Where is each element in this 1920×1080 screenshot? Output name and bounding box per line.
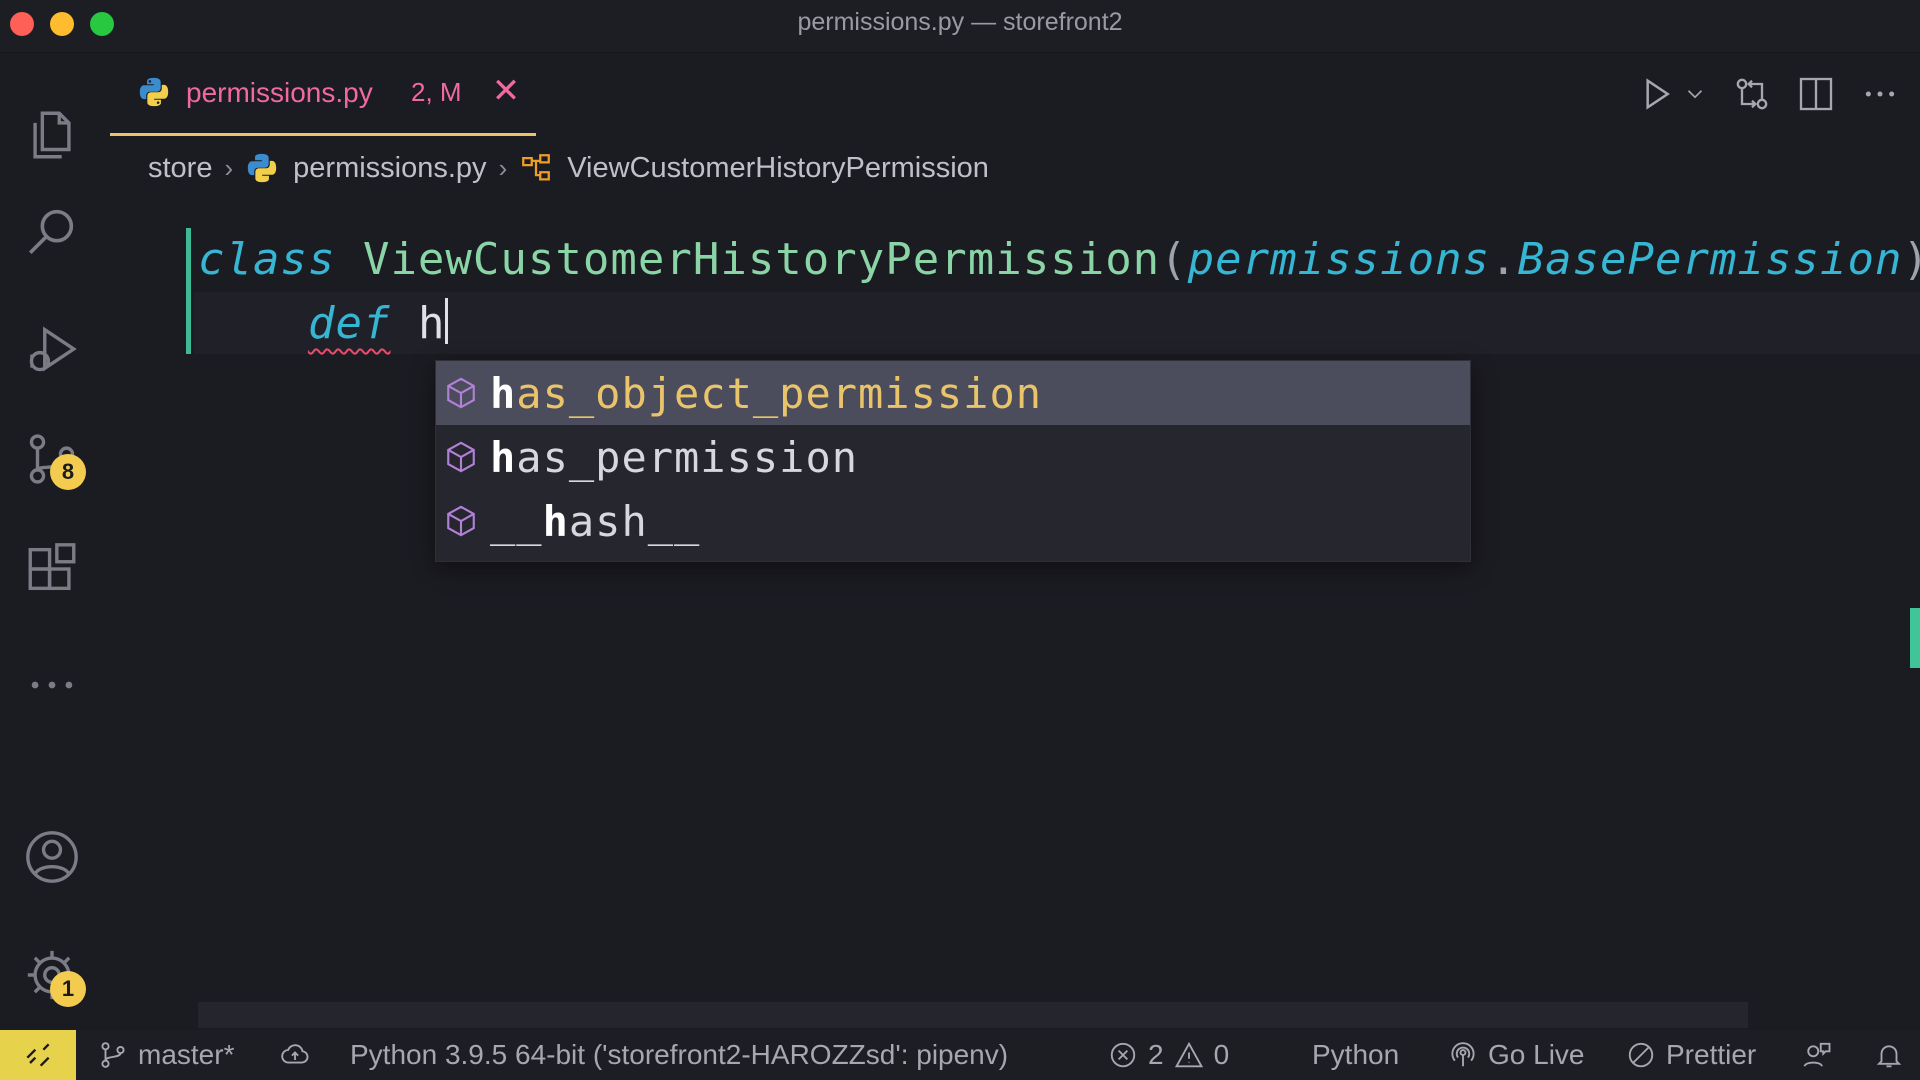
python-interpreter[interactable]: Python 3.9.5 64-bit ('storefront2-HAROZZ…	[350, 1030, 1008, 1080]
search-icon[interactable]	[20, 199, 84, 263]
accounts-icon[interactable]	[20, 825, 84, 889]
notifications-button[interactable]	[1874, 1030, 1904, 1080]
horizontal-scrollbar[interactable]	[198, 1002, 1748, 1028]
code-line-1: class ViewCustomerHistoryPermission(perm…	[198, 234, 1920, 285]
overview-ruler-marker	[1910, 608, 1920, 668]
title-bar: permissions.py — storefront2	[0, 0, 1920, 53]
explorer-icon[interactable]	[20, 103, 84, 167]
method-icon	[447, 377, 475, 409]
remote-indicator[interactable]	[0, 1030, 76, 1080]
source-control-badge: 8	[50, 454, 86, 490]
broadcast-icon	[1451, 1042, 1475, 1067]
run-icon[interactable]	[1636, 74, 1676, 114]
method-icon	[447, 505, 475, 537]
more-actions-icon[interactable]	[1860, 74, 1900, 114]
compare-changes-icon[interactable]	[1732, 74, 1772, 114]
autocomplete-suggestions: has_object_permission has_permission __h…	[435, 360, 1471, 562]
language-mode[interactable]: Python	[1312, 1030, 1399, 1080]
prettier-status[interactable]: Prettier	[1626, 1030, 1756, 1080]
chevron-right-icon: ›	[498, 152, 508, 183]
more-icon[interactable]	[20, 653, 84, 717]
error-icon	[1110, 1042, 1136, 1068]
editor-actions	[1636, 72, 1900, 116]
code-line-2: def h	[198, 298, 449, 349]
python-icon	[247, 153, 277, 183]
class-symbol-icon	[522, 154, 551, 181]
chevron-right-icon: ›	[224, 152, 234, 183]
activity-bar: 8 1	[0, 53, 110, 1029]
tab-filename: permissions.py	[186, 77, 373, 108]
current-line-highlight	[194, 292, 1920, 354]
split-editor-icon[interactable]	[1796, 74, 1836, 114]
def-keyword: def	[307, 298, 391, 349]
suggestion-item[interactable]: has_permission	[436, 425, 1470, 489]
extensions-icon[interactable]	[20, 537, 84, 601]
remote-icon	[26, 1043, 50, 1067]
sync-status[interactable]	[280, 1030, 310, 1080]
close-icon[interactable]: ✕	[488, 73, 524, 109]
text-cursor	[445, 298, 449, 344]
breadcrumb-folder[interactable]: store	[148, 152, 212, 185]
bell-icon	[1876, 1045, 1902, 1068]
modified-line-indicator	[186, 228, 191, 354]
code-editor[interactable]: class ViewCustomerHistoryPermission(perm…	[110, 210, 1920, 990]
prettier-disabled-icon	[1628, 1042, 1654, 1068]
method-icon	[447, 441, 475, 473]
branch-status[interactable]: master*	[98, 1030, 234, 1080]
run-debug-icon[interactable]	[20, 317, 84, 381]
feedback-button[interactable]	[1802, 1030, 1832, 1080]
git-branch-icon	[101, 1042, 125, 1068]
tab-permissions-py[interactable]: permissions.py 2, M ✕	[110, 53, 536, 136]
go-live-button[interactable]: Go Live	[1448, 1030, 1585, 1080]
python-icon	[139, 77, 169, 107]
tab-status: 2, M	[411, 77, 462, 107]
status-bar: master* Python 3.9.5 64-bit ('storefront…	[0, 1030, 1920, 1080]
feedback-icon	[1803, 1042, 1831, 1067]
breadcrumb: store › permissions.py › ViewCustomerHis…	[148, 146, 989, 190]
warning-icon	[1174, 1041, 1203, 1068]
breadcrumb-symbol[interactable]: ViewCustomerHistoryPermission	[567, 152, 989, 185]
cloud-upload-icon	[281, 1044, 309, 1064]
problems-status[interactable]: 2 0	[1108, 1030, 1229, 1080]
settings-badge: 1	[50, 971, 86, 1007]
suggestion-item[interactable]: __hash__	[436, 489, 1470, 553]
breadcrumb-file[interactable]: permissions.py	[293, 152, 486, 185]
suggestion-item[interactable]: has_object_permission	[436, 361, 1470, 425]
window-title: permissions.py — storefront2	[797, 8, 1123, 36]
chevron-down-icon[interactable]	[1682, 74, 1708, 114]
